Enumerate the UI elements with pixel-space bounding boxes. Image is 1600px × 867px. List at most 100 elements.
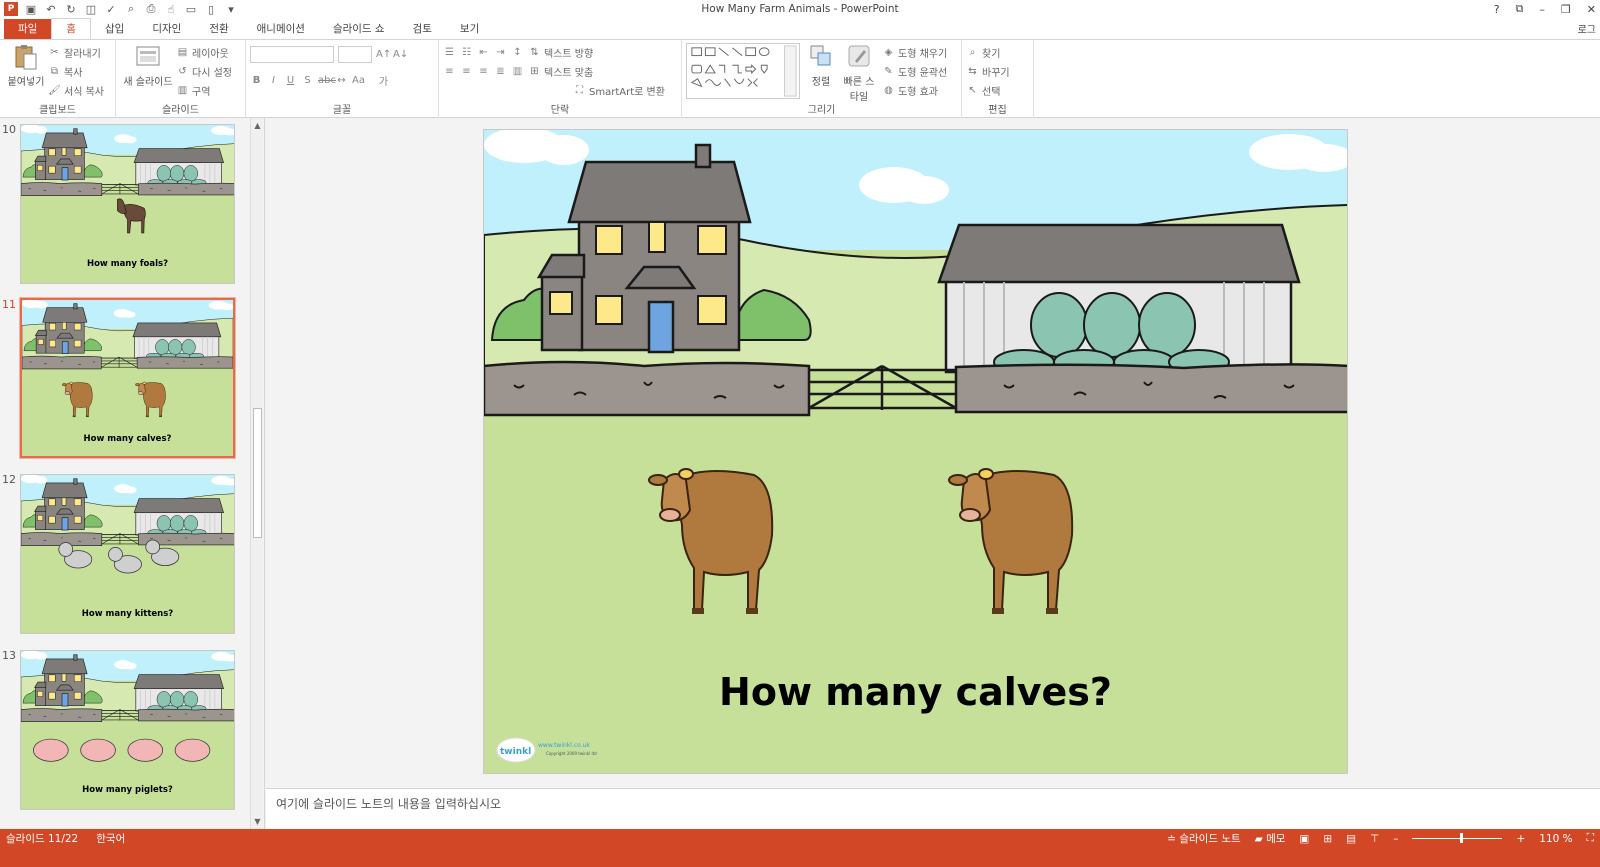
align-left-icon[interactable]: ≡ — [443, 66, 456, 77]
layout-button[interactable]: ▤ 레이아웃 — [176, 43, 232, 62]
zoom-level[interactable]: 110 % — [1539, 833, 1572, 845]
font-color-button[interactable]: 가 — [377, 73, 390, 88]
language-indicator[interactable]: 한국어 — [96, 831, 125, 846]
spacing-icon[interactable]: ↔ — [335, 75, 348, 86]
underline-icon[interactable]: U — [284, 75, 297, 86]
current-slide[interactable]: How many calves? twinkl www.twinkl.co.uk… — [483, 129, 1348, 774]
twinkl-copyright: Copyright 2009 twinkl ltd — [546, 751, 597, 756]
tab-design[interactable]: 디자인 — [138, 19, 195, 39]
thumbnail-scrollbar[interactable]: ▲ ▼ — [250, 118, 263, 847]
line-spacing-icon[interactable]: ↕ — [511, 47, 524, 58]
new-icon[interactable]: ▯ — [204, 2, 218, 16]
new-slide-button[interactable]: 새 슬라이드 — [120, 43, 176, 100]
tab-transitions[interactable]: 전환 — [195, 19, 242, 39]
reset-button[interactable]: ↺ 다시 설정 — [176, 62, 232, 81]
numbering-icon[interactable]: ☷ — [460, 47, 473, 58]
sign-in-link[interactable]: 로그 — [1578, 21, 1596, 36]
start-presentation-icon[interactable]: ◫ — [84, 2, 98, 16]
fit-slide-icon[interactable]: ⛶ — [1587, 832, 1594, 845]
tab-file[interactable]: 파일 — [4, 19, 52, 39]
touch-mode-icon[interactable]: ☝ — [164, 2, 178, 16]
bullets-icon[interactable]: ☰ — [443, 47, 456, 58]
smartart-button[interactable]: ⛶ SmartArt로 변환 — [573, 81, 665, 100]
columns-icon[interactable]: ▥ — [511, 66, 524, 77]
paste-button[interactable]: 붙여넣기 — [4, 43, 48, 100]
zoom-slider-knob[interactable] — [1460, 833, 1464, 843]
shadow-icon[interactable]: S — [301, 75, 314, 86]
help-button[interactable]: ? — [1494, 3, 1500, 16]
align-center-icon[interactable]: ≡ — [460, 66, 473, 77]
reading-view-icon[interactable]: ▤ — [1346, 833, 1356, 845]
undo-icon[interactable]: ↶ — [44, 2, 58, 16]
zoom-in-icon[interactable]: + — [1516, 833, 1525, 845]
decrease-indent-icon[interactable]: ⇤ — [477, 47, 490, 58]
slide-thumbnail-11[interactable]: How many calves? — [19, 297, 236, 459]
powerpoint-logo-icon[interactable]: P — [4, 2, 18, 16]
scroll-up-icon[interactable]: ▲ — [252, 120, 263, 131]
tab-animations[interactable]: 애니메이션 — [243, 19, 319, 39]
redo-icon[interactable]: ↻ — [64, 2, 78, 16]
minimize-icon[interactable]: – — [1539, 3, 1545, 16]
increase-indent-icon[interactable]: ⇥ — [494, 47, 507, 58]
arrange-button[interactable]: 정렬 — [806, 43, 836, 103]
slide-sorter-icon[interactable]: ⊞ — [1323, 833, 1332, 845]
align-text-button[interactable]: ⊞ 텍스트 맞춤 — [528, 62, 593, 81]
shape-fill-button[interactable]: ◈ 도형 채우기 — [882, 43, 948, 62]
increase-font-icon[interactable]: A↑ — [376, 49, 391, 60]
preview-icon[interactable]: ⌕ — [124, 2, 138, 16]
tab-slideshow[interactable]: 슬라이드 쇼 — [319, 19, 399, 39]
customize-icon[interactable]: ▾ — [224, 2, 238, 16]
shape-outline-button[interactable]: ✎ 도형 윤곽선 — [882, 62, 947, 81]
scrollbar-thumb[interactable] — [253, 408, 262, 538]
shapes-gallery[interactable] — [686, 43, 800, 99]
slide-thumbnail-13[interactable]: How many piglets? — [20, 650, 235, 810]
open-icon[interactable]: ▭ — [184, 2, 198, 16]
clipboard-group-label: 클립보드 — [39, 105, 76, 116]
ribbon-display-icon[interactable]: ⧉ — [1516, 2, 1524, 16]
zoom-out-icon[interactable]: – — [1393, 833, 1398, 845]
quick-styles-button[interactable]: 빠른 스타일 — [842, 43, 876, 103]
tab-home[interactable]: 홈 — [51, 18, 91, 39]
close-icon[interactable]: ✕ — [1587, 3, 1596, 16]
format-painter-button[interactable]: 🖌 서식 복사 — [48, 81, 104, 100]
notes-toggle-button[interactable]: ≐ 슬라이드 노트 — [1167, 831, 1240, 846]
slide-title[interactable]: How many calves? — [484, 670, 1347, 714]
editor-scrollbar[interactable] — [1586, 118, 1600, 788]
select-button[interactable]: ↖ 선택 — [966, 81, 1029, 100]
notes-pane[interactable]: 여기에 슬라이드 노트의 내용을 입력하십시오 — [266, 788, 1600, 829]
change-case-button[interactable]: Aa — [352, 75, 365, 86]
find-button[interactable]: ⌕ 찾기 — [966, 43, 1029, 62]
restore-icon[interactable]: ❐ — [1561, 3, 1571, 16]
font-name-dropdown[interactable] — [250, 45, 334, 63]
replace-label: 바꾸기 — [982, 68, 1010, 79]
shape-effects-button[interactable]: ◍ 도형 효과 — [882, 81, 947, 100]
justify-icon[interactable]: ≣ — [494, 66, 507, 77]
thumbnail-number: 13 — [2, 649, 16, 662]
slideshow-view-icon[interactable]: ⊤ — [1370, 833, 1379, 845]
normal-view-icon[interactable]: ▣ — [1299, 833, 1309, 845]
decrease-font-icon[interactable]: A↓ — [393, 49, 408, 60]
zoom-slider[interactable] — [1412, 833, 1503, 843]
scroll-down-icon[interactable]: ▼ — [252, 816, 263, 827]
title-bar: P ▣ ↶ ↻ ◫ ✓ ⌕ ⎙ ☝ ▭ ▯ ▾ How Many Farm An… — [0, 0, 1600, 18]
comments-toggle-button[interactable]: ▰ 메모 — [1255, 831, 1286, 846]
font-size-dropdown[interactable] — [338, 45, 372, 63]
slide-thumbnail-10[interactable]: How many foals? — [20, 124, 235, 284]
slide-thumbnail-12[interactable]: How many kittens? — [20, 474, 235, 634]
tab-view[interactable]: 보기 — [446, 19, 493, 39]
italic-icon[interactable]: I — [267, 75, 280, 86]
tab-review[interactable]: 검토 — [399, 19, 446, 39]
copy-button[interactable]: ⧉ 복사 — [48, 62, 104, 81]
cut-button[interactable]: ✂ 잘라내기 — [48, 43, 104, 62]
print-icon[interactable]: ⎙ — [144, 2, 158, 16]
tab-insert[interactable]: 삽입 — [91, 19, 138, 39]
section-button[interactable]: ▥ 구역 — [176, 81, 232, 100]
text-direction-button[interactable]: ⇅ 텍스트 방향 — [528, 43, 593, 62]
strikethrough-icon[interactable]: abc — [318, 75, 336, 86]
replace-button[interactable]: ⇆ 바꾸기 — [966, 62, 1029, 81]
save-icon[interactable]: ▣ — [24, 2, 38, 16]
notes-placeholder[interactable]: 여기에 슬라이드 노트의 내용을 입력하십시오 — [276, 795, 501, 812]
spelling-icon[interactable]: ✓ — [104, 2, 118, 16]
bold-icon[interactable]: B — [250, 75, 263, 86]
align-right-icon[interactable]: ≡ — [477, 66, 490, 77]
